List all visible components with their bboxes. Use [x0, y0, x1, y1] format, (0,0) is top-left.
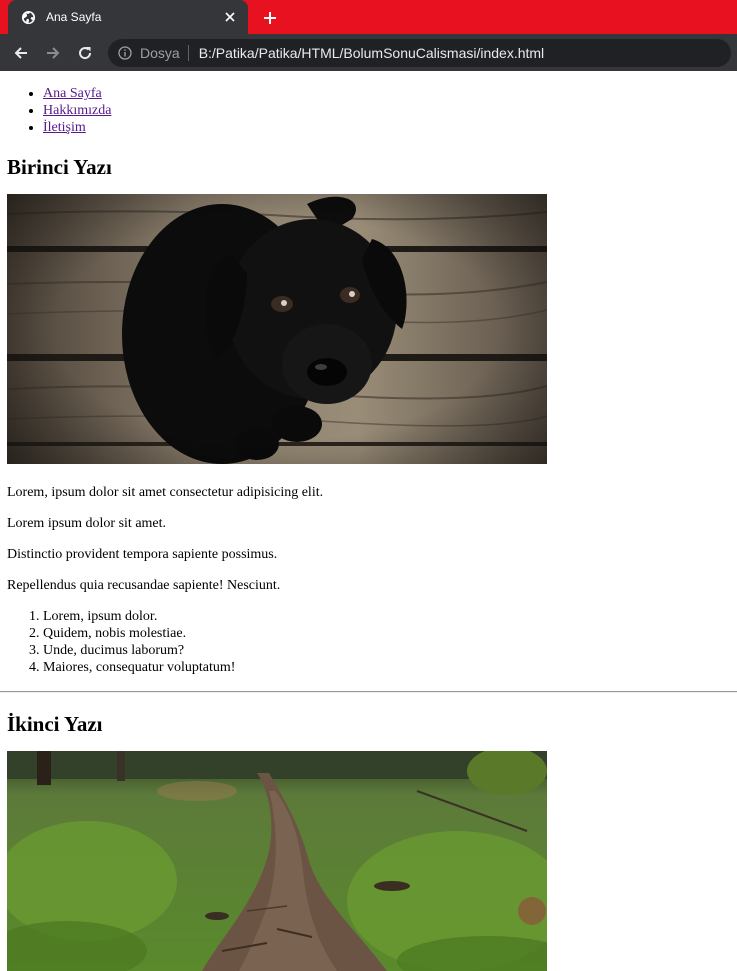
reload-icon: [79, 46, 92, 59]
puppy-image: [7, 194, 547, 464]
browser-tab[interactable]: Ana Sayfa: [8, 0, 248, 34]
post-title-1: Birinci Yazı: [7, 155, 112, 179]
forward-arrow-icon: [47, 46, 60, 59]
plus-icon: [264, 12, 276, 24]
address-divider: [187, 44, 189, 61]
main-nav: Ana Sayfa Hakkımızda İletişim: [7, 85, 737, 136]
list-item: Lorem, ipsum dolor.: [43, 608, 737, 625]
address-bar[interactable]: Dosya B:/Patika/Patika/HTML/BolumSonuCal…: [108, 38, 731, 67]
nav-item: İletişim: [43, 119, 737, 136]
back-arrow-icon: [14, 46, 27, 59]
close-tab-icon[interactable]: [222, 9, 238, 25]
section-divider: [0, 691, 737, 693]
post-paragraph: Lorem, ipsum dolor sit amet consectetur …: [7, 485, 324, 500]
list-item: Quidem, nobis molestiae.: [43, 625, 737, 642]
scheme-label: Dosya: [140, 44, 180, 61]
tab-strip: Ana Sayfa: [0, 0, 737, 34]
nav-link-iletisim[interactable]: İletişim: [43, 120, 86, 135]
list-item: Maiores, consequatur voluptatum!: [43, 659, 737, 676]
nav-item: Hakkımızda: [43, 102, 737, 119]
reload-button[interactable]: [70, 38, 100, 68]
nav-item: Ana Sayfa: [43, 85, 737, 102]
post-ordered-list: Lorem, ipsum dolor. Quidem, nobis molest…: [7, 608, 737, 676]
list-item: Unde, ducimus laborum?: [43, 642, 737, 659]
globe-icon: [20, 9, 36, 25]
post-title-2: İkinci Yazı: [7, 712, 103, 736]
nav-link-ana-sayfa[interactable]: Ana Sayfa: [43, 86, 102, 101]
back-button[interactable]: [6, 38, 36, 68]
post-paragraph: Lorem ipsum dolor sit amet.: [7, 516, 167, 531]
info-icon[interactable]: [118, 45, 132, 60]
page-content: Ana Sayfa Hakkımızda İletişim Birinci Ya…: [0, 85, 737, 971]
forward-button[interactable]: [38, 38, 68, 68]
url-text[interactable]: B:/Patika/Patika/HTML/BolumSonuCalismasi…: [199, 45, 544, 61]
browser-toolbar: Dosya B:/Patika/Patika/HTML/BolumSonuCal…: [0, 34, 737, 71]
tab-title: Ana Sayfa: [46, 10, 102, 24]
post-paragraph: Distinctio provident tempora sapiente po…: [7, 547, 278, 562]
post-paragraph: Repellendus quia recusandae sapiente! Ne…: [7, 578, 281, 593]
new-tab-button[interactable]: [259, 7, 281, 29]
nav-link-hakkimizda[interactable]: Hakkımızda: [43, 103, 111, 118]
forest-path-image: [7, 751, 547, 971]
